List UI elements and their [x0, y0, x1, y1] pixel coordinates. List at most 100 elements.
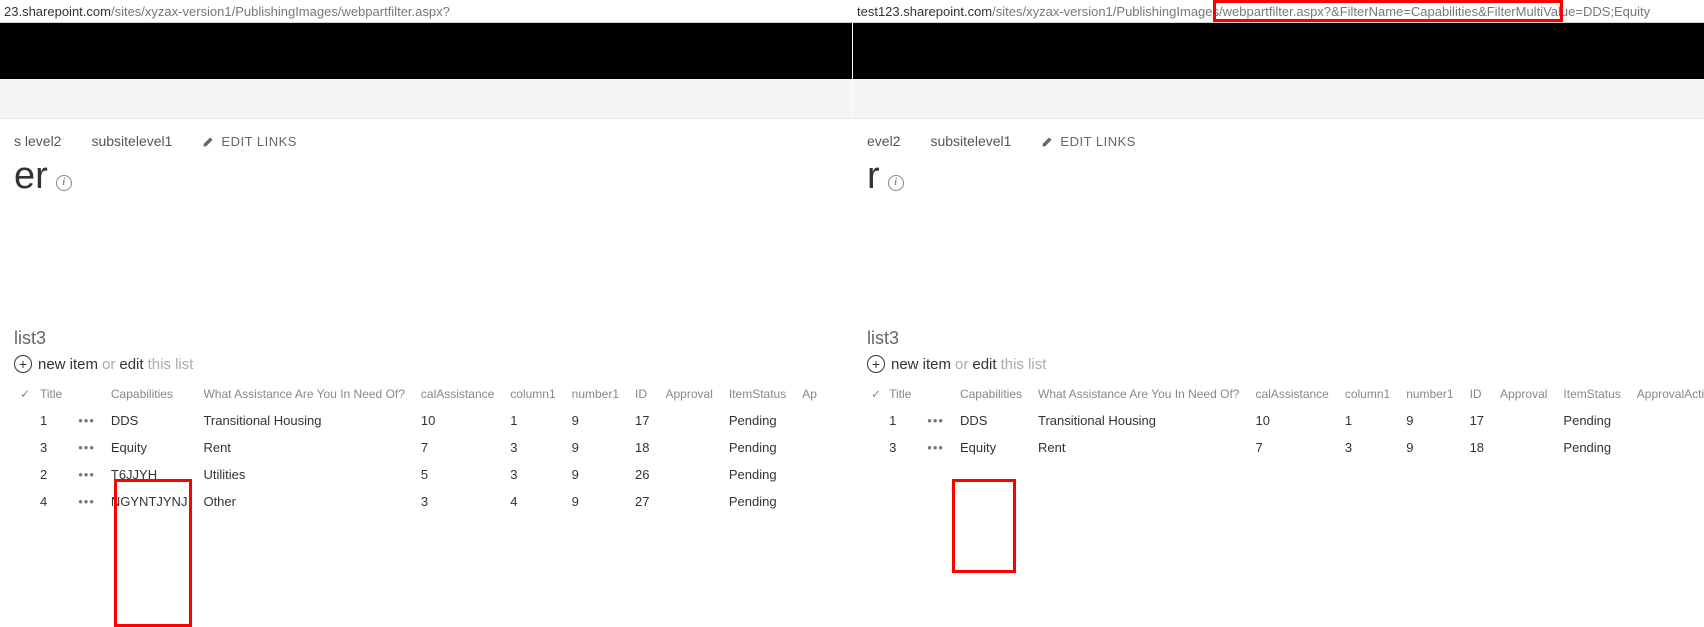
info-icon[interactable]: i: [56, 175, 72, 191]
cell-capabilities: Equity: [107, 434, 200, 461]
pencil-icon: [202, 135, 215, 148]
cell-itemstatus: Pending: [1559, 434, 1632, 461]
table-row[interactable]: 1•••DDSTransitional Housing101917Pending: [14, 407, 829, 434]
col-id[interactable]: ID: [631, 383, 661, 407]
cell-assistance: Rent: [1034, 434, 1251, 461]
nav-crumb-1[interactable]: s level2: [14, 133, 61, 149]
row-select[interactable]: [14, 434, 36, 461]
col-approval[interactable]: Approval: [1496, 383, 1559, 407]
table-row[interactable]: 1•••DDSTransitional Housing101917Pending: [867, 407, 1704, 434]
ellipsis-icon[interactable]: •••: [927, 440, 944, 455]
ellipsis-icon[interactable]: •••: [927, 413, 944, 428]
row-select[interactable]: [867, 434, 885, 461]
cell-column1: 1: [506, 407, 567, 434]
cell-approval: [662, 407, 725, 434]
col-capabilities[interactable]: Capabilities: [956, 383, 1034, 407]
col-approvalby[interactable]: ApprovalActionBy: [1633, 383, 1704, 407]
cell-column1: 1: [1341, 407, 1402, 434]
info-icon[interactable]: i: [888, 175, 904, 191]
cell-assistance: Rent: [199, 434, 416, 461]
col-title[interactable]: Title: [36, 383, 74, 407]
ellipsis-icon[interactable]: •••: [78, 413, 95, 428]
table-row[interactable]: 3•••EquityRent73918Pending: [867, 434, 1704, 461]
cell-itemstatus: Pending: [725, 461, 798, 488]
cell-number1: 9: [568, 434, 631, 461]
edit-links-button[interactable]: EDIT LINKS: [1041, 134, 1136, 149]
nav-crumb-1[interactable]: evel2: [867, 133, 900, 149]
ellipsis-icon[interactable]: •••: [78, 440, 95, 455]
nav-crumb-2[interactable]: subsitelevel1: [930, 133, 1011, 149]
new-item-link[interactable]: new item: [38, 356, 98, 373]
row-select[interactable]: [867, 407, 885, 434]
address-bar-left[interactable]: 23.sharepoint.com/sites/xyzax-version1/P…: [0, 0, 852, 23]
table-row[interactable]: 3•••EquityRent73918Pending: [14, 434, 829, 461]
ellipsis-icon[interactable]: •••: [78, 467, 95, 482]
col-itemstatus[interactable]: ItemStatus: [1559, 383, 1632, 407]
col-menu: [74, 383, 107, 407]
cell-id: 27: [631, 488, 661, 515]
url-host: test123.sharepoint.com: [857, 4, 992, 19]
cell-id: 17: [1466, 407, 1496, 434]
table-header-row: ✓ Title Capabilities What Assistance Are…: [14, 383, 829, 407]
cell-id: 18: [1466, 434, 1496, 461]
cell-title: 4: [36, 488, 74, 515]
row-menu[interactable]: •••: [74, 407, 107, 434]
cell-approval: [662, 434, 725, 461]
col-select[interactable]: ✓: [867, 383, 885, 407]
cell-calassist: 7: [417, 434, 506, 461]
address-bar-right[interactable]: test123.sharepoint.com/sites/xyzax-versi…: [853, 0, 1704, 23]
edit-list-link[interactable]: edit: [119, 356, 143, 373]
cell-title: 3: [885, 434, 923, 461]
row-menu[interactable]: •••: [923, 434, 956, 461]
col-assistance[interactable]: What Assistance Are You In Need Of?: [199, 383, 416, 407]
cell-calassist: 3: [417, 488, 506, 515]
cell-itemstatus: Pending: [725, 488, 798, 515]
col-capabilities[interactable]: Capabilities: [107, 383, 200, 407]
row-menu[interactable]: •••: [923, 407, 956, 434]
cell-itemstatus: Pending: [725, 407, 798, 434]
nav-crumb-2[interactable]: subsitelevel1: [91, 133, 172, 149]
col-calassist[interactable]: calAssistance: [417, 383, 506, 407]
cell-assistance: Utilities: [199, 461, 416, 488]
ellipsis-icon[interactable]: •••: [78, 494, 95, 509]
highlight-url-params: [1213, 0, 1563, 22]
col-itemstatus[interactable]: ItemStatus: [725, 383, 798, 407]
cell-number1: 9: [1402, 407, 1465, 434]
col-calassist[interactable]: calAssistance: [1251, 383, 1340, 407]
cell-approval: [1496, 434, 1559, 461]
row-menu[interactable]: •••: [74, 461, 107, 488]
col-id[interactable]: ID: [1466, 383, 1496, 407]
edit-list-link[interactable]: edit: [972, 356, 996, 373]
col-assistance[interactable]: What Assistance Are You In Need Of?: [1034, 383, 1251, 407]
plus-icon[interactable]: +: [867, 355, 885, 373]
col-trunc[interactable]: Ap: [798, 383, 829, 407]
row-select[interactable]: [14, 407, 36, 434]
col-number1[interactable]: number1: [568, 383, 631, 407]
col-select[interactable]: ✓: [14, 383, 36, 407]
col-number1[interactable]: number1: [1402, 383, 1465, 407]
suite-bar: [0, 23, 852, 79]
row-menu[interactable]: •••: [74, 434, 107, 461]
cell-capabilities: DDS: [956, 407, 1034, 434]
page-title: r i: [867, 155, 1704, 208]
cell-number1: 9: [568, 461, 631, 488]
col-approval[interactable]: Approval: [662, 383, 725, 407]
col-column1[interactable]: column1: [506, 383, 567, 407]
row-menu[interactable]: •••: [74, 488, 107, 515]
col-column1[interactable]: column1: [1341, 383, 1402, 407]
new-item-link[interactable]: new item: [891, 356, 951, 373]
col-menu: [923, 383, 956, 407]
cell-id: 17: [631, 407, 661, 434]
cell-number1: 9: [568, 488, 631, 515]
row-select[interactable]: [14, 488, 36, 515]
col-title[interactable]: Title: [885, 383, 923, 407]
cell-column1: 4: [506, 488, 567, 515]
cell-id: 26: [631, 461, 661, 488]
cell-approval: [662, 461, 725, 488]
new-item-line: + new item or edit this list: [867, 355, 1704, 373]
row-select[interactable]: [14, 461, 36, 488]
cell-approval: [662, 488, 725, 515]
edit-links-button[interactable]: EDIT LINKS: [202, 134, 297, 149]
plus-icon[interactable]: +: [14, 355, 32, 373]
url-host: 23.sharepoint.com: [4, 4, 111, 19]
